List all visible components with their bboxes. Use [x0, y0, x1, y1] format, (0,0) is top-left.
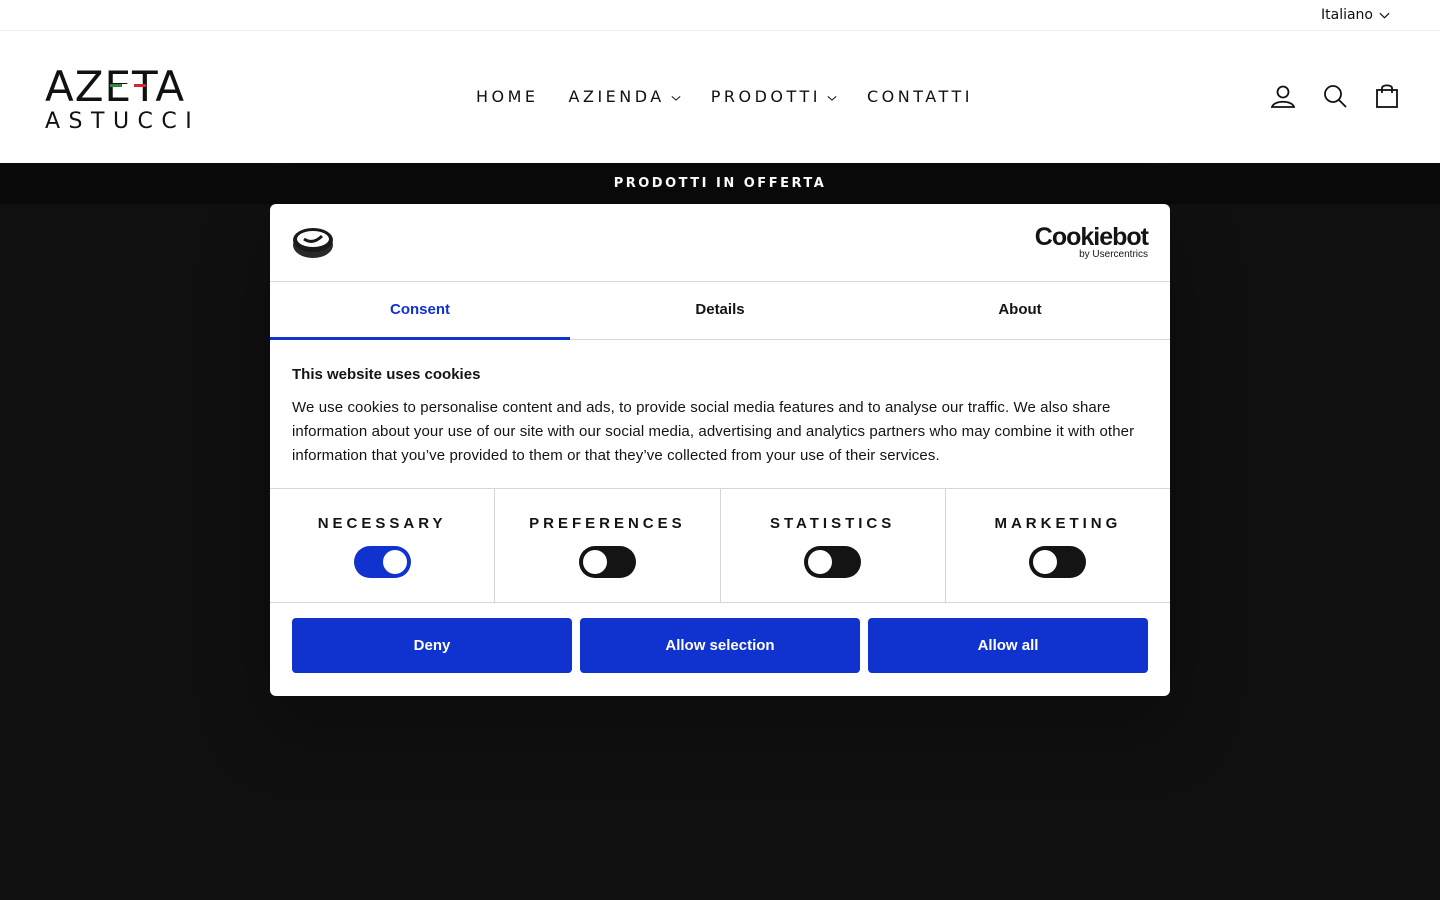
- cookie-consent-dialog: Cookiebot by Usercentrics Consent Detail…: [270, 204, 1170, 696]
- nav-home-label: HOME: [476, 87, 539, 106]
- deny-button[interactable]: Deny: [292, 618, 572, 673]
- nav-contatti[interactable]: CONTATTI: [867, 87, 973, 106]
- search-icon[interactable]: [1322, 83, 1348, 109]
- category-statistics: STATISTICS: [721, 489, 946, 602]
- logo-wordmark: AZETA: [45, 62, 186, 111]
- tab-about[interactable]: About: [870, 282, 1170, 339]
- site-logo-icon: [293, 228, 333, 258]
- main-nav: HOME AZIENDA PRODOTTI CONTATTI: [476, 87, 973, 106]
- language-label: Italiano: [1321, 7, 1373, 23]
- category-label: STATISTICS: [769, 515, 896, 532]
- dialog-header: Cookiebot by Usercentrics: [270, 204, 1170, 282]
- allow-all-button[interactable]: Allow all: [868, 618, 1148, 673]
- announcement-bar[interactable]: PRODOTTI IN OFFERTA: [0, 163, 1440, 204]
- toggle-knob: [808, 550, 833, 574]
- dialog-description: We use cookies to personalise content an…: [292, 399, 1135, 464]
- category-marketing: MARKETING: [946, 489, 1170, 602]
- category-preferences: PREFERENCES: [495, 489, 721, 602]
- announcement-text: PRODOTTI IN OFFERTA: [613, 176, 827, 191]
- utility-bar: Italiano: [0, 0, 1440, 31]
- preferences-toggle[interactable]: [578, 546, 636, 578]
- tab-consent[interactable]: Consent: [270, 282, 570, 340]
- cookiebot-byline: by Usercentrics: [1079, 249, 1148, 260]
- dialog-actions: Deny Allow selection Allow all: [270, 603, 1170, 688]
- statistics-toggle[interactable]: [804, 546, 862, 578]
- nav-prodotti-label: PRODOTTI: [710, 87, 821, 106]
- dialog-tabs: Consent Details About: [270, 282, 1170, 340]
- category-label: NECESSARY: [317, 515, 447, 532]
- nav-prodotti[interactable]: PRODOTTI: [711, 87, 837, 106]
- nav-azienda-label: AZIENDA: [568, 87, 665, 106]
- marketing-toggle[interactable]: [1029, 546, 1087, 578]
- cookie-category-toggles: NECESSARY PREFERENCES STATISTICS MARKETI…: [270, 489, 1170, 603]
- allow-selection-button[interactable]: Allow selection: [580, 618, 860, 673]
- nav-azienda[interactable]: AZIENDA: [569, 87, 681, 106]
- chevron-down-icon: [827, 95, 837, 101]
- logo-flag-mark: [110, 84, 146, 87]
- nav-home[interactable]: HOME: [476, 87, 539, 106]
- category-label: MARKETING: [994, 515, 1122, 532]
- dialog-heading: This website uses cookies: [292, 366, 481, 383]
- shopping-bag-icon[interactable]: [1374, 83, 1400, 109]
- toggle-knob: [382, 550, 407, 574]
- brand-logo[interactable]: AZETA ASTUCCI: [45, 62, 215, 135]
- header-actions: [1270, 83, 1400, 109]
- toggle-knob: [582, 550, 607, 574]
- cookiebot-logo[interactable]: Cookiebot by Usercentrics: [1034, 223, 1149, 260]
- dialog-body: This website uses cookies We use cookies…: [270, 340, 1170, 489]
- tab-details[interactable]: Details: [570, 282, 870, 339]
- language-selector[interactable]: Italiano: [1321, 7, 1390, 23]
- category-label: PREFERENCES: [529, 515, 686, 532]
- logo-subtitle: ASTUCCI: [45, 109, 201, 134]
- nav-contatti-label: CONTATTI: [867, 87, 973, 106]
- category-necessary: NECESSARY: [270, 489, 496, 602]
- toggle-knob: [1033, 550, 1058, 574]
- site-header: AZETA ASTUCCI HOME AZIENDA PRODOTTI CONT…: [0, 31, 1440, 163]
- necessary-toggle[interactable]: [353, 546, 411, 578]
- cookiebot-wordmark: Cookiebot: [1034, 223, 1149, 251]
- chevron-down-icon: [671, 95, 681, 101]
- chevron-down-icon: [1379, 12, 1390, 19]
- user-icon[interactable]: [1270, 83, 1296, 109]
